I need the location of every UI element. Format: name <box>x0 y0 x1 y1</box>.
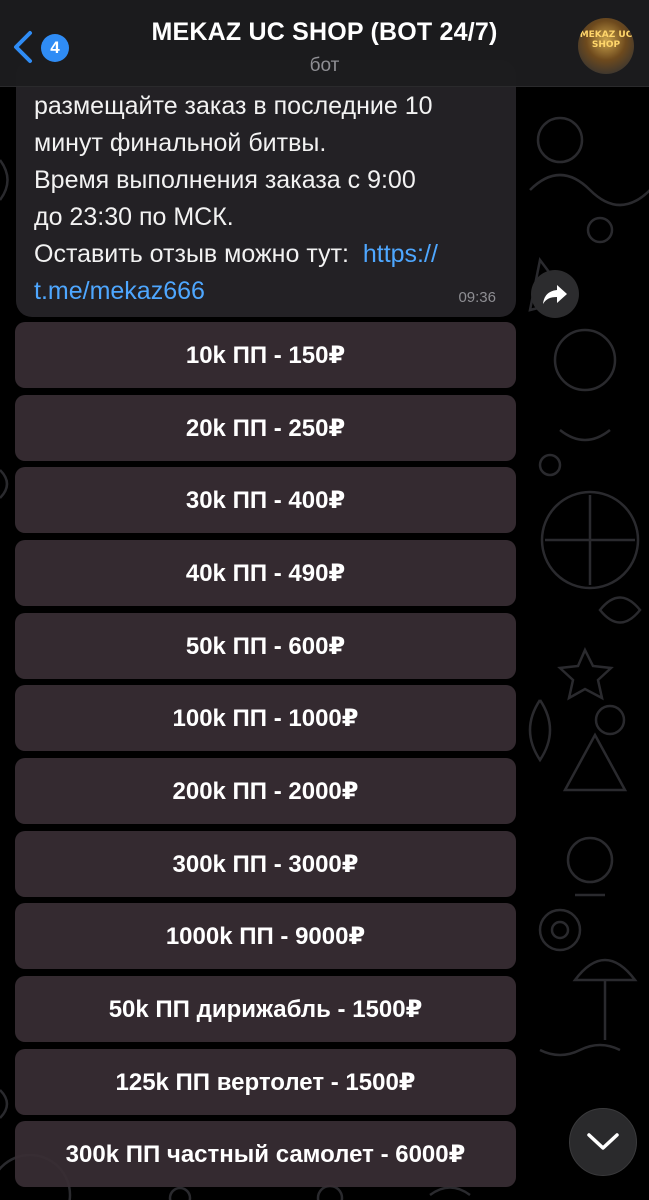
keyboard-button[interactable]: 200k ПП - 2000₽ <box>15 758 516 824</box>
message-bubble: размещайте заказ в последние 10 минут фи… <box>16 60 516 317</box>
keyboard-button[interactable]: 300k ПП частный самолет - 6000₽ <box>15 1121 516 1187</box>
keyboard-button[interactable]: 125k ПП вертолет - 1500₽ <box>15 1049 516 1115</box>
review-link-start[interactable]: https:// <box>363 240 438 268</box>
message-text: размещайте заказ в последние 10 минут фи… <box>34 88 504 310</box>
keyboard-button[interactable]: 1000k ПП - 9000₽ <box>15 903 516 969</box>
message-line-link: t.me/mekaz666 <box>34 273 504 310</box>
share-arrow-icon <box>543 285 567 304</box>
message-line: до 23:30 по МСК. <box>34 203 234 231</box>
chat-subtitle: бот <box>309 55 340 76</box>
keyboard-button[interactable]: 40k ПП - 490₽ <box>15 540 516 606</box>
message-time: 09:36 <box>458 289 496 306</box>
avatar-text: MEKAZ UC SHOP <box>579 30 633 50</box>
keyboard-button[interactable]: 10k ПП - 150₽ <box>15 322 516 388</box>
message-line-review: Оставить отзыв можно тут: https:// <box>34 236 504 273</box>
keyboard-button[interactable]: 20k ПП - 250₽ <box>15 395 516 461</box>
review-label: Оставить отзыв можно тут: <box>34 240 363 268</box>
chat-header: 4 MEKAZ UC SHOP (BOT 24/7) бот MEKAZ UC … <box>0 0 649 87</box>
keyboard-button[interactable]: 300k ПП - 3000₽ <box>15 831 516 897</box>
chat-title[interactable]: MEKAZ UC SHOP (BOT 24/7) <box>0 18 649 47</box>
scroll-down-button[interactable] <box>569 1108 637 1176</box>
keyboard-button[interactable]: 100k ПП - 1000₽ <box>15 685 516 751</box>
keyboard-button[interactable]: 50k ПП дирижабль - 1500₽ <box>15 976 516 1042</box>
message-line: минут финальной битвы. <box>34 129 327 157</box>
message-line: Время выполнения заказа с 9:00 <box>34 166 416 194</box>
share-button[interactable] <box>531 270 579 318</box>
avatar[interactable]: MEKAZ UC SHOP <box>578 18 634 74</box>
keyboard-button[interactable]: 30k ПП - 400₽ <box>15 467 516 533</box>
keyboard-button[interactable]: 50k ПП - 600₽ <box>15 613 516 679</box>
chevron-down-icon <box>587 1133 619 1150</box>
review-link-end[interactable]: t.me/mekaz666 <box>34 277 205 305</box>
message-line: размещайте заказ в последние 10 <box>34 92 433 120</box>
